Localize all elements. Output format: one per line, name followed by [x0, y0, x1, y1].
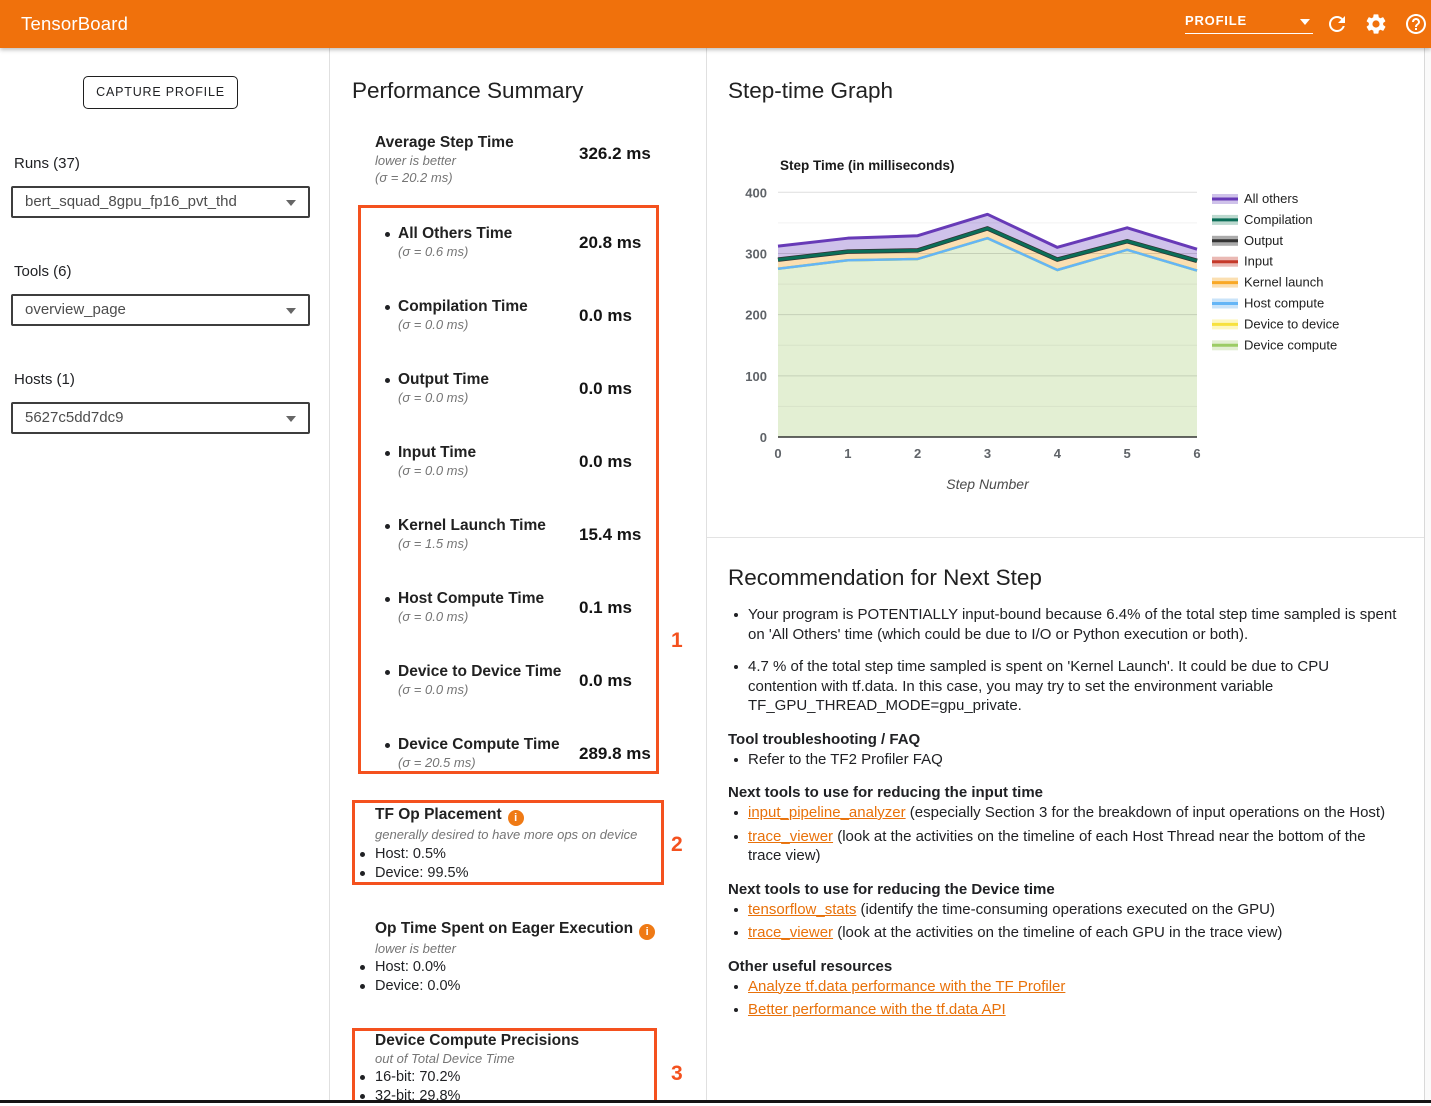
svg-text:4: 4: [1054, 446, 1062, 461]
info-icon[interactable]: i: [639, 924, 655, 940]
tfdata-profiler-link[interactable]: Analyze tf.data performance with the TF …: [748, 978, 1065, 995]
tfdata-api-link[interactable]: Better performance with the tf.data API: [748, 1001, 1006, 1018]
eager-host-item: Host: 0.0%: [375, 959, 446, 975]
svg-text:1: 1: [844, 446, 851, 461]
svg-text:5: 5: [1124, 446, 1131, 461]
legend-entry: Device to device: [1244, 316, 1339, 331]
average-step-time-value: 326.2 ms: [579, 144, 651, 164]
hosts-label: Hosts (1): [14, 371, 75, 388]
svg-text:2: 2: [914, 446, 921, 461]
legend-entry: Output: [1244, 233, 1283, 248]
tools-label: Tools (6): [14, 263, 72, 280]
input-tools-heading: Next tools to use for reducing the input…: [728, 784, 1400, 801]
capture-profile-button[interactable]: CAPTURE PROFILE: [83, 76, 238, 109]
legend-entry: Compilation: [1244, 212, 1313, 227]
legend-entry: All others: [1244, 191, 1299, 206]
tensorflow-stats-link[interactable]: tensorflow_stats: [748, 901, 856, 918]
performance-summary-title: Performance Summary: [352, 78, 583, 104]
average-step-time: Average Step Time lower is better (σ = 2…: [375, 134, 675, 186]
sidebar: CAPTURE PROFILE Runs (37) bert_squad_8gp…: [0, 48, 330, 1100]
svg-text:6: 6: [1193, 446, 1200, 461]
runs-select[interactable]: bert_squad_8gpu_fp16_pvt_thd: [11, 186, 310, 218]
step-time-panel: 0 100 200 300 400 0 1 2 3 4 5 6 Step Time (in millis…: [707, 48, 1424, 1100]
resource-link-item: Analyze tf.data performance with the TF …: [728, 977, 1400, 997]
chevron-down-icon: [286, 200, 296, 206]
annotation-3: 3: [671, 1062, 683, 1086]
app-title: TensorBoard: [21, 0, 128, 48]
step-time-chart: 0 100 200 300 400 0 1 2 3 4 5 6 Step Time (in millis…: [707, 48, 1424, 537]
step-time-graph-title: Step-time Graph: [728, 78, 893, 104]
input-pipeline-analyzer-link[interactable]: input_pipeline_analyzer: [748, 804, 906, 821]
faq-item: Refer to the TF2 Profiler FAQ: [728, 750, 1400, 770]
svg-text:100: 100: [745, 369, 767, 384]
resources-heading: Other useful resources: [728, 958, 1400, 975]
svg-text:0: 0: [774, 446, 781, 461]
tools-select[interactable]: overview_page: [11, 294, 310, 326]
legend-entry: Device compute: [1244, 337, 1337, 352]
settings-gear-icon[interactable]: [1364, 12, 1388, 36]
trace-viewer-link[interactable]: trace_viewer: [748, 828, 833, 845]
section-divider: [707, 537, 1424, 538]
hosts-select[interactable]: 5627c5dd7dc9: [11, 402, 310, 434]
tool-link-item: trace_viewer (look at the activities on …: [728, 827, 1400, 866]
recommendation-section: Recommendation for Next Step Your progra…: [728, 553, 1400, 1024]
chevron-down-icon: [286, 416, 296, 422]
svg-text:Step Number: Step Number: [946, 476, 1030, 492]
legend-entry: Kernel launch: [1244, 275, 1324, 290]
svg-text:3: 3: [984, 446, 991, 461]
recommendation-bullet: 4.7 % of the total step time sampled is …: [728, 657, 1400, 716]
recommendation-bullets: Your program is POTENTIALLY input-bound …: [728, 605, 1400, 716]
tool-link-item: input_pipeline_analyzer (especially Sect…: [728, 803, 1400, 823]
chart-legend: All others Compilation Output Input Kernel l…: [1212, 191, 1339, 352]
legend-entry: Host compute: [1244, 296, 1324, 311]
bullet-icon: [360, 965, 365, 970]
eager-device-item: Device: 0.0%: [375, 978, 460, 994]
performance-summary-panel: Performance Summary Average Step Time lo…: [330, 48, 707, 1100]
svg-text:200: 200: [745, 308, 767, 323]
dashboard-selector[interactable]: PROFILE: [1185, 10, 1313, 34]
faq-heading: Tool troubleshooting / FAQ: [728, 731, 1400, 748]
highlight-box-1: [358, 205, 659, 774]
recommendation-title: Recommendation for Next Step: [728, 565, 1400, 591]
svg-text:300: 300: [745, 246, 767, 261]
svg-text:Step Time (in milliseconds): Step Time (in milliseconds): [780, 158, 955, 173]
svg-text:0: 0: [760, 430, 767, 445]
tool-link-item: tensorflow_stats (identify the time-cons…: [728, 900, 1400, 920]
app-header: TensorBoard PROFILE: [0, 0, 1431, 48]
help-icon[interactable]: [1404, 12, 1428, 36]
scrollbar-track[interactable]: [1424, 48, 1431, 1100]
chevron-down-icon: [1300, 19, 1310, 25]
legend-entry: Input: [1244, 254, 1273, 269]
trace-viewer-link[interactable]: trace_viewer: [748, 924, 833, 941]
annotation-1: 1: [671, 629, 683, 653]
tool-link-item: trace_viewer (look at the activities on …: [728, 923, 1400, 943]
eager-title: Op Time Spent on Eager Executioni: [375, 920, 655, 940]
tensorboard-app: TensorBoard PROFILE CAPTURE PROFILE Runs…: [0, 0, 1431, 1106]
refresh-icon[interactable]: [1325, 12, 1349, 36]
resource-link-item: Better performance with the tf.data API: [728, 1000, 1400, 1020]
recommendation-bullet: Your program is POTENTIALLY input-bound …: [728, 605, 1400, 644]
runs-label: Runs (37): [14, 155, 80, 172]
highlight-box-2: [352, 800, 664, 885]
dashboard-selector-value: PROFILE: [1185, 13, 1247, 28]
bottom-card-edge: [0, 1100, 1431, 1103]
highlight-box-3: [352, 1028, 657, 1100]
bullet-icon: [360, 984, 365, 989]
annotation-2: 2: [671, 833, 683, 857]
chevron-down-icon: [286, 308, 296, 314]
device-tools-heading: Next tools to use for reducing the Devic…: [728, 881, 1400, 898]
svg-text:400: 400: [745, 185, 767, 200]
